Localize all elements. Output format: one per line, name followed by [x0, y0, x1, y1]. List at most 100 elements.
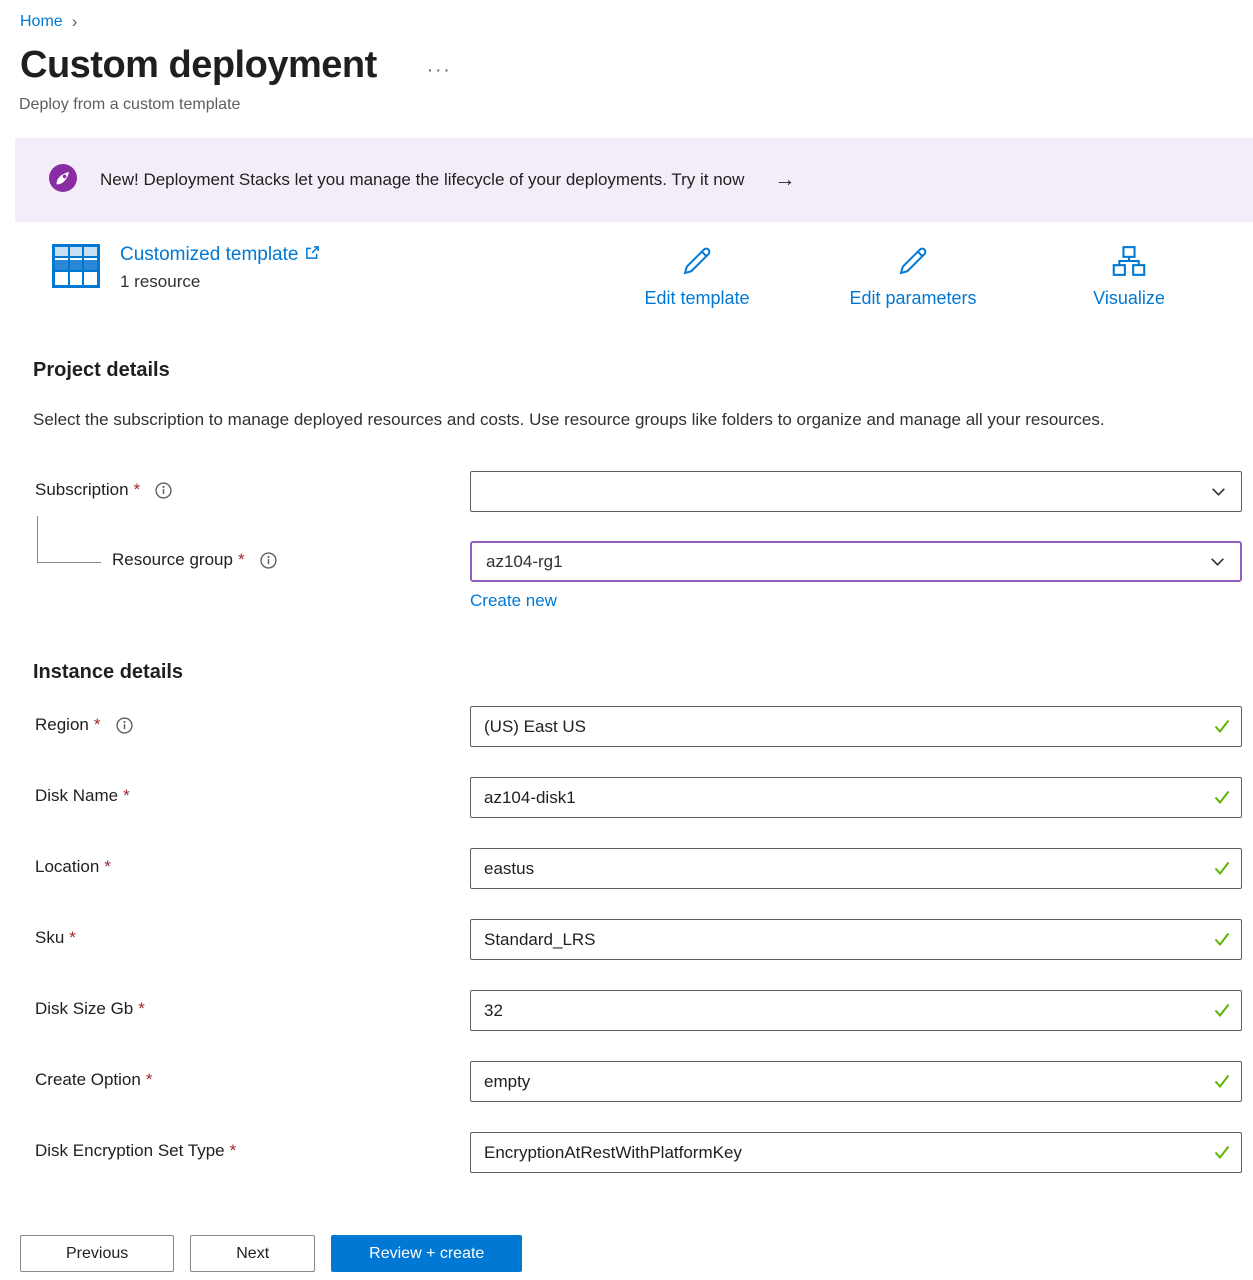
location-label: Location — [35, 857, 99, 877]
chevron-down-icon — [1209, 553, 1226, 570]
edit-template-button[interactable]: Edit template — [589, 244, 805, 309]
disk-name-field-row: Disk Name * — [35, 777, 1253, 818]
resource-group-value: az104-rg1 — [486, 552, 563, 572]
template-card-row: Customized template 1 resource — [52, 244, 1237, 309]
breadcrumb: Home › — [0, 0, 1253, 32]
disk-name-input[interactable] — [470, 777, 1242, 818]
disk-encryption-field-row: Disk Encryption Set Type * — [35, 1132, 1253, 1173]
edit-parameters-label: Edit parameters — [849, 288, 976, 309]
info-icon[interactable] — [116, 717, 133, 734]
customized-template-label: Customized template — [120, 244, 298, 266]
disk-encryption-input-wrap — [470, 1132, 1242, 1173]
deployment-stacks-banner[interactable]: New! Deployment Stacks let you manage th… — [15, 138, 1253, 222]
subscription-dropdown[interactable] — [470, 471, 1242, 512]
region-input-wrap — [470, 706, 1242, 747]
disk-name-label-group: Disk Name * — [35, 777, 470, 806]
valid-check-icon — [1212, 929, 1232, 949]
chevron-down-icon — [1210, 483, 1227, 500]
page-title: Custom deployment — [20, 44, 377, 87]
disk-name-label: Disk Name — [35, 786, 118, 806]
region-input[interactable] — [470, 706, 1242, 747]
disk-encryption-label: Disk Encryption Set Type — [35, 1141, 225, 1161]
flowchart-icon — [1111, 244, 1147, 283]
required-asterisk: * — [94, 715, 101, 735]
valid-check-icon — [1212, 1000, 1232, 1020]
breadcrumb-separator-icon: › — [72, 12, 78, 32]
disk-size-label: Disk Size Gb — [35, 999, 133, 1019]
resource-group-input-wrap: az104-rg1 Create new — [470, 541, 1242, 611]
valid-check-icon — [1212, 716, 1232, 736]
valid-check-icon — [1212, 787, 1232, 807]
disk-encryption-label-group: Disk Encryption Set Type * — [35, 1132, 470, 1161]
next-button[interactable]: Next — [190, 1235, 315, 1272]
customized-template-link[interactable]: Customized template — [120, 244, 320, 266]
location-input-wrap — [470, 848, 1242, 889]
visualize-button[interactable]: Visualize — [1021, 244, 1237, 309]
visualize-label: Visualize — [1093, 288, 1165, 309]
region-label: Region — [35, 715, 89, 735]
sku-field-row: Sku * — [35, 919, 1253, 960]
required-asterisk: * — [123, 786, 130, 806]
create-option-label-group: Create Option * — [35, 1061, 470, 1090]
more-options-icon[interactable]: ··· — [427, 50, 452, 82]
resource-group-label-group: Resource group * — [35, 541, 470, 570]
banner-message: New! Deployment Stacks let you manage th… — [100, 170, 744, 190]
region-field-row: Region * — [35, 706, 1253, 747]
info-icon[interactable] — [155, 482, 172, 499]
resource-group-label: Resource group — [112, 550, 233, 570]
previous-button[interactable]: Previous — [20, 1235, 174, 1272]
arrow-right-icon[interactable]: → — [774, 168, 795, 192]
project-details-description: Select the subscription to manage deploy… — [33, 404, 1193, 435]
subscription-label: Subscription — [35, 480, 129, 500]
edit-parameters-button[interactable]: Edit parameters — [805, 244, 1021, 309]
disk-name-input-wrap — [470, 777, 1242, 818]
resource-group-field-row: Resource group * az104-rg1 Create new — [35, 541, 1253, 611]
info-icon[interactable] — [260, 552, 277, 569]
pencil-icon — [896, 244, 930, 283]
template-actions: Edit template Edit parameters — [589, 244, 1237, 309]
subscription-field-row: Subscription * — [35, 471, 1253, 512]
review-create-button[interactable]: Review + create — [331, 1235, 522, 1272]
resource-count-label: 1 resource — [120, 272, 320, 292]
region-label-group: Region * — [35, 706, 470, 735]
create-option-label: Create Option — [35, 1070, 141, 1090]
create-option-input-wrap — [470, 1061, 1242, 1102]
required-asterisk: * — [238, 550, 245, 570]
required-asterisk: * — [230, 1141, 237, 1161]
sku-input-wrap — [470, 919, 1242, 960]
sku-input[interactable] — [470, 919, 1242, 960]
disk-encryption-input[interactable] — [470, 1132, 1242, 1173]
valid-check-icon — [1212, 1142, 1232, 1162]
edit-template-label: Edit template — [644, 288, 749, 309]
rocket-icon — [48, 163, 78, 198]
disk-size-input[interactable] — [470, 990, 1242, 1031]
tree-connector — [37, 516, 101, 563]
template-table-icon — [52, 244, 100, 293]
disk-size-field-row: Disk Size Gb * — [35, 990, 1253, 1031]
create-option-field-row: Create Option * — [35, 1061, 1253, 1102]
project-details-heading: Project details — [33, 359, 1253, 382]
subscription-input-wrap — [470, 471, 1242, 512]
valid-check-icon — [1212, 1071, 1232, 1091]
custom-deployment-page: Home › Custom deployment ··· Deploy from… — [0, 0, 1253, 1280]
sku-label-group: Sku * — [35, 919, 470, 948]
create-option-input[interactable] — [470, 1061, 1242, 1102]
required-asterisk: * — [146, 1070, 153, 1090]
breadcrumb-home-link[interactable]: Home — [20, 13, 63, 31]
template-info: Customized template 1 resource — [52, 244, 320, 293]
title-row: Custom deployment ··· — [20, 44, 1253, 87]
template-text: Customized template 1 resource — [120, 244, 320, 293]
required-asterisk: * — [138, 999, 145, 1019]
required-asterisk: * — [134, 480, 141, 500]
resource-group-dropdown[interactable]: az104-rg1 — [470, 541, 1242, 582]
instance-details-heading: Instance details — [33, 661, 1253, 684]
location-label-group: Location * — [35, 848, 470, 877]
location-field-row: Location * — [35, 848, 1253, 889]
wizard-footer: Previous Next Review + create — [0, 1208, 1253, 1280]
required-asterisk: * — [104, 857, 111, 877]
create-new-link[interactable]: Create new — [470, 591, 557, 611]
page-subtitle: Deploy from a custom template — [19, 96, 1253, 114]
location-input[interactable] — [470, 848, 1242, 889]
required-asterisk: * — [69, 928, 76, 948]
pencil-icon — [680, 244, 714, 283]
